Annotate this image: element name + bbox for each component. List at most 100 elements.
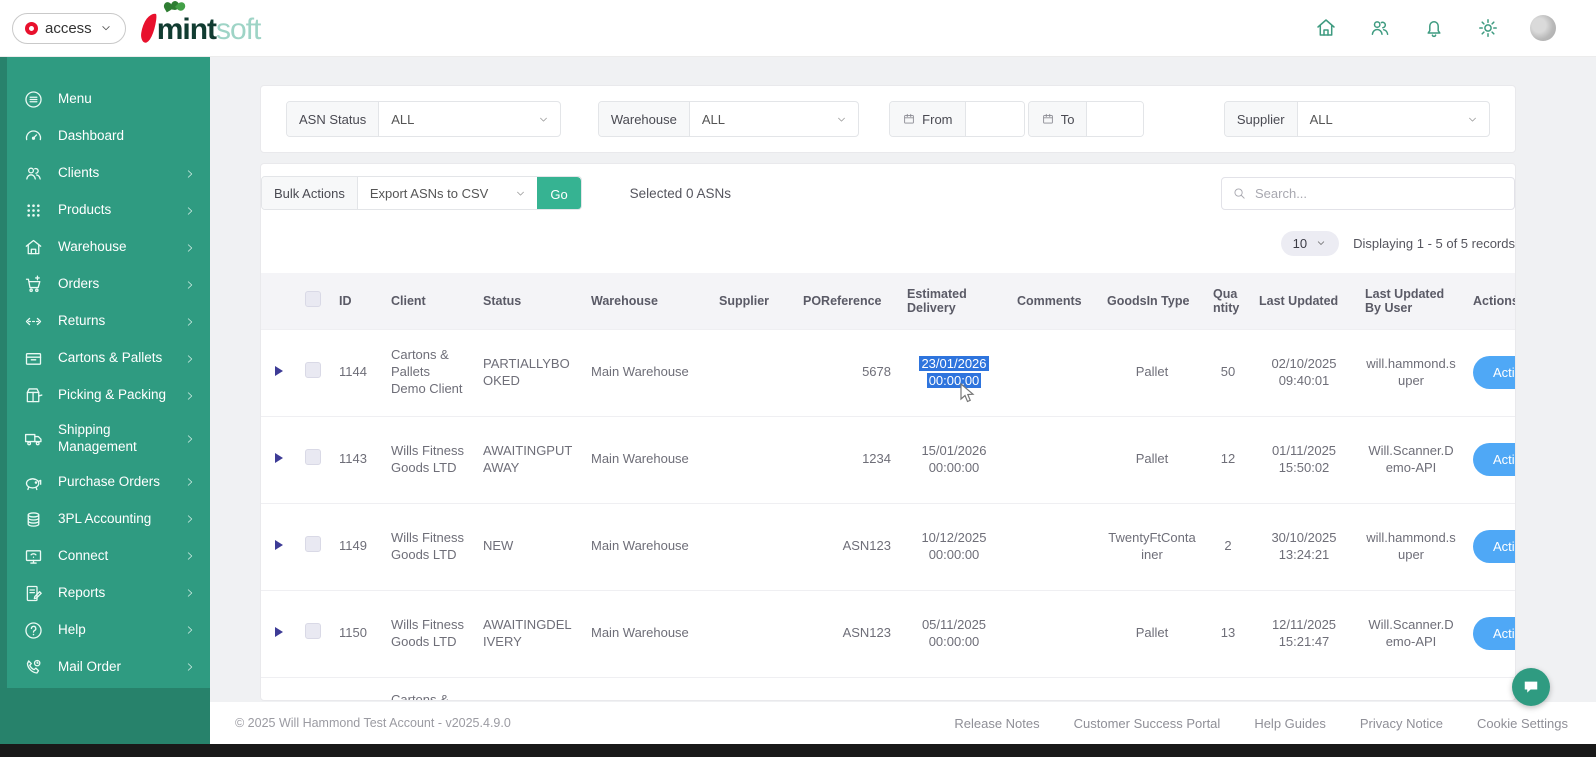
row-action-button[interactable]: Action bbox=[1473, 617, 1516, 650]
chevron-right-icon bbox=[184, 661, 196, 673]
sidebar-item-menu[interactable]: Menu bbox=[7, 81, 210, 118]
sidebar-item-label: Mail Order bbox=[58, 659, 170, 676]
chevron-right-icon bbox=[184, 242, 196, 254]
date-to-label: To bbox=[1029, 102, 1088, 136]
supplier-select[interactable]: ALL bbox=[1298, 102, 1489, 136]
bulk-action-select[interactable]: Export ASNs to CSV bbox=[358, 177, 538, 209]
bulk-actions-row: Bulk Actions Export ASNs to CSV Go Selec… bbox=[261, 176, 1515, 210]
footer-links: Release Notes Customer Success Portal He… bbox=[954, 716, 1568, 731]
brand-leaf-icon bbox=[164, 2, 184, 14]
top-header-bar: access mint soft bbox=[0, 0, 1596, 57]
brand-soft-text: soft bbox=[216, 15, 260, 45]
sidebar-item-orders[interactable]: Orders bbox=[7, 266, 210, 303]
purchase-icon bbox=[23, 472, 44, 493]
sidebar-item-shipping-management[interactable]: Shipping Management bbox=[7, 414, 210, 464]
home-icon[interactable] bbox=[1314, 16, 1338, 40]
go-button[interactable]: Go bbox=[537, 177, 580, 210]
date-to-filter: To bbox=[1028, 101, 1144, 137]
orders-icon bbox=[23, 274, 44, 295]
date-from-input[interactable] bbox=[966, 102, 1025, 136]
sidebar-item-connect[interactable]: Connect bbox=[7, 538, 210, 575]
chevron-down-icon bbox=[514, 187, 527, 200]
row-action-button[interactable]: Action bbox=[1473, 530, 1516, 563]
footer-link-cookie-settings[interactable]: Cookie Settings bbox=[1477, 716, 1568, 731]
expand-row-icon[interactable] bbox=[275, 366, 283, 376]
notifications-bell-icon[interactable] bbox=[1422, 16, 1446, 40]
sidebar-item-returns[interactable]: Returns bbox=[7, 303, 210, 340]
chevron-down-icon bbox=[537, 113, 550, 126]
footer-link-help-guides[interactable]: Help Guides bbox=[1254, 716, 1326, 731]
sidebar-item-products[interactable]: Products bbox=[7, 192, 210, 229]
row-checkbox[interactable] bbox=[305, 623, 321, 639]
sidebar-item-help[interactable]: Help bbox=[7, 612, 210, 649]
table-header-row: ID Client Status Warehouse Supplier PORe… bbox=[261, 273, 1516, 329]
access-menu-dropdown[interactable]: access bbox=[12, 13, 126, 44]
users-icon[interactable] bbox=[1368, 16, 1392, 40]
table-row: 1144 Cartons & Pallets Demo Client PARTI… bbox=[261, 329, 1516, 416]
expand-row-icon[interactable] bbox=[275, 627, 283, 637]
sidebar-item-clients[interactable]: Clients bbox=[7, 155, 210, 192]
select-all-checkbox[interactable] bbox=[305, 291, 321, 307]
connect-icon bbox=[23, 546, 44, 567]
sidebar-item-label: Returns bbox=[58, 313, 170, 330]
sidebar-item-purchase-orders[interactable]: Purchase Orders bbox=[7, 464, 210, 501]
sidebar-item-label: Orders bbox=[58, 276, 170, 293]
selected-count-text: Selected 0 ASNs bbox=[630, 186, 731, 201]
asn-status-select[interactable]: ALL bbox=[379, 102, 560, 136]
expand-row-icon[interactable] bbox=[275, 540, 283, 550]
footer-link-customer-success-portal[interactable]: Customer Success Portal bbox=[1074, 716, 1221, 731]
sidebar-item-cartons-pallets[interactable]: Cartons & Pallets bbox=[7, 340, 210, 377]
sidebar-item-dashboard[interactable]: Dashboard bbox=[7, 118, 210, 155]
accounting-icon bbox=[23, 509, 44, 530]
search-input[interactable] bbox=[1255, 186, 1504, 201]
returns-icon bbox=[23, 311, 44, 332]
footer-link-privacy-notice[interactable]: Privacy Notice bbox=[1360, 716, 1443, 731]
row-checkbox[interactable] bbox=[305, 362, 321, 378]
chevron-right-icon bbox=[184, 587, 196, 599]
mintsoft-logo[interactable]: mint soft bbox=[140, 11, 261, 45]
user-avatar[interactable] bbox=[1530, 15, 1556, 41]
clients-icon bbox=[23, 163, 44, 184]
asn-table: ID Client Status Warehouse Supplier PORe… bbox=[261, 273, 1516, 701]
row-checkbox[interactable] bbox=[305, 449, 321, 465]
row-action-button[interactable]: Action bbox=[1473, 443, 1516, 476]
filters-panel: ASN Status ALL Warehouse ALL From bbox=[260, 85, 1516, 153]
chat-icon bbox=[1521, 677, 1541, 697]
page-size-select[interactable]: 10 bbox=[1281, 231, 1339, 256]
brand-mint-text: mint bbox=[157, 15, 216, 45]
reports-icon bbox=[23, 583, 44, 604]
sidebar-item-reports[interactable]: Reports bbox=[7, 575, 210, 612]
date-to-input[interactable] bbox=[1087, 102, 1143, 136]
sidebar-item-3pl-accounting[interactable]: 3PL Accounting bbox=[7, 501, 210, 538]
sidebar-item-label: Shipping Management bbox=[58, 422, 170, 456]
row-checkbox[interactable] bbox=[305, 536, 321, 552]
sidebar-item-label: Products bbox=[58, 202, 170, 219]
shipping-icon bbox=[23, 428, 44, 449]
dashboard-icon bbox=[23, 126, 44, 147]
date-from-filter: From bbox=[889, 101, 1025, 137]
sidebar-item-mail-order[interactable]: Mail Order bbox=[7, 649, 210, 686]
sidebar-item-warehouse[interactable]: Warehouse bbox=[7, 229, 210, 266]
asn-table-container: ID Client Status Warehouse Supplier PORe… bbox=[261, 273, 1516, 701]
sidebar-item-picking-packing[interactable]: Picking & Packing bbox=[7, 377, 210, 414]
sidebar-item-label: Purchase Orders bbox=[58, 474, 170, 491]
search-icon bbox=[1232, 186, 1247, 201]
products-icon bbox=[23, 200, 44, 221]
pagination-row: 10 Displaying 1 - 5 of 5 records bbox=[261, 229, 1515, 257]
sidebar-item-label: Help bbox=[58, 622, 170, 639]
menu-icon bbox=[23, 89, 44, 110]
footer-link-release-notes[interactable]: Release Notes bbox=[954, 716, 1039, 731]
settings-gear-icon[interactable] bbox=[1476, 16, 1500, 40]
sidebar-item-label: Menu bbox=[58, 91, 196, 108]
warehouse-label: Warehouse bbox=[599, 102, 690, 136]
chat-widget-button[interactable] bbox=[1512, 668, 1550, 706]
help-icon bbox=[23, 620, 44, 641]
expand-row-icon[interactable] bbox=[275, 453, 283, 463]
row-action-button[interactable]: Action bbox=[1473, 356, 1516, 389]
warehouse-filter: Warehouse ALL bbox=[598, 101, 859, 137]
selected-text-cell: 23/01/202600:00:00 bbox=[899, 329, 1009, 416]
warehouse-select[interactable]: ALL bbox=[690, 102, 858, 136]
records-display-text: Displaying 1 - 5 of 5 records bbox=[1353, 236, 1515, 251]
sidebar-item-label: Reports bbox=[58, 585, 170, 602]
warehouse-icon bbox=[23, 237, 44, 258]
